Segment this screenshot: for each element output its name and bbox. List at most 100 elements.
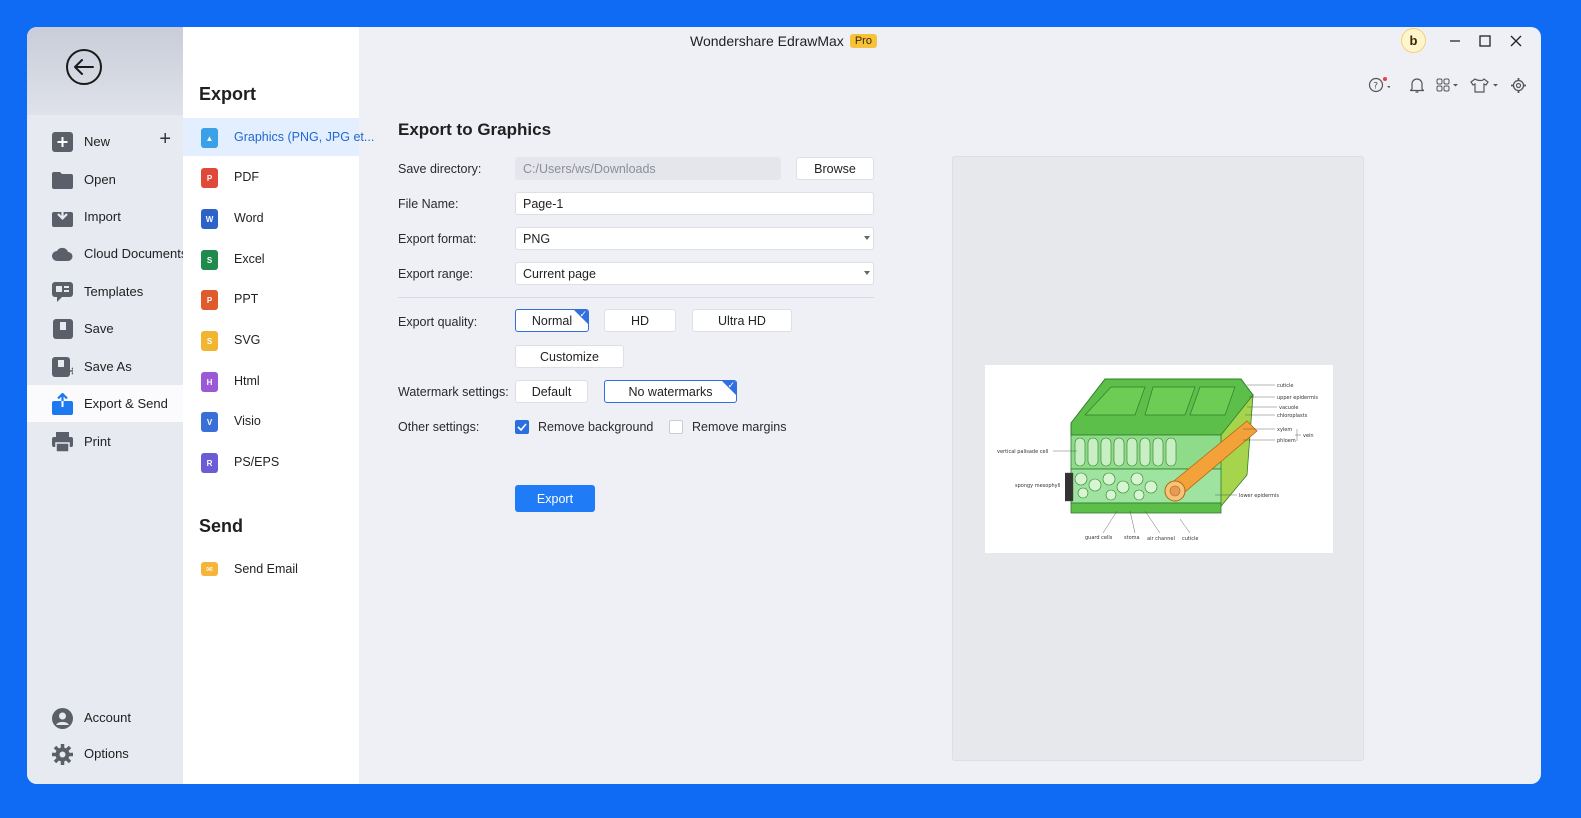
label-vacuole: vacuole bbox=[1279, 405, 1298, 411]
send-item-label: Send Email bbox=[234, 562, 298, 576]
export-item-ppt[interactable]: P PPT bbox=[183, 280, 359, 318]
leaf-cross-section-diagram: cuticle upper epidermis vacuole chloropl… bbox=[997, 378, 1318, 542]
apps-grid-icon bbox=[1436, 78, 1458, 92]
apps-button[interactable] bbox=[1436, 76, 1458, 94]
minimize-button[interactable] bbox=[1443, 31, 1467, 51]
export-item-label: Graphics (PNG, JPG et... bbox=[234, 130, 375, 144]
nav-item-account[interactable]: Account bbox=[27, 699, 183, 736]
back-arrow-icon bbox=[74, 59, 94, 75]
bell-icon bbox=[1410, 78, 1424, 93]
label-phloem: phloem bbox=[1277, 438, 1296, 444]
watermark-label: Watermark settings: bbox=[398, 385, 509, 399]
settings-button[interactable] bbox=[1507, 76, 1529, 94]
app-name: Wondershare EdrawMax bbox=[690, 33, 844, 49]
label-vein: vein bbox=[1303, 433, 1314, 439]
window-title: Wondershare EdrawMax Pro bbox=[690, 33, 877, 49]
export-range-select[interactable]: Current page bbox=[515, 262, 874, 285]
avatar[interactable]: b bbox=[1401, 28, 1426, 53]
export-item-graphics[interactable]: ▲ Graphics (PNG, JPG et... bbox=[183, 118, 374, 156]
quality-normal-button[interactable]: Normal ✓ bbox=[515, 309, 589, 332]
export-item-label: Html bbox=[234, 374, 260, 388]
export-format-select[interactable]: PNG bbox=[515, 227, 874, 250]
label-stoma: stoma bbox=[1124, 535, 1140, 541]
export-item-excel[interactable]: S Excel bbox=[183, 240, 359, 278]
remove-background-checkbox[interactable] bbox=[515, 420, 529, 434]
new-plus-icon bbox=[52, 132, 73, 152]
nav-item-export-send[interactable]: Export & Send bbox=[27, 385, 183, 422]
browse-button[interactable]: Browse bbox=[796, 157, 874, 180]
nav-item-open[interactable]: Open bbox=[27, 161, 183, 198]
export-item-visio[interactable]: V Visio bbox=[183, 402, 359, 440]
watermark-default-button[interactable]: Default bbox=[515, 380, 588, 403]
nav-item-label: Templates bbox=[84, 284, 144, 299]
templates-icon bbox=[52, 282, 73, 302]
theme-button[interactable] bbox=[1468, 76, 1502, 94]
file-name-label: File Name: bbox=[398, 197, 459, 211]
label-upper-epidermis: upper epidermis bbox=[1277, 395, 1318, 401]
export-range-value: Current page bbox=[523, 267, 596, 281]
label-vertical-palisade-cell: vertical palisade cell bbox=[997, 449, 1048, 455]
remove-margins-checkbox[interactable] bbox=[669, 420, 683, 434]
export-item-svg[interactable]: S SVG bbox=[183, 321, 359, 359]
export-item-label: Word bbox=[234, 211, 264, 225]
export-range-label: Export range: bbox=[398, 267, 474, 281]
nav-item-label: Export & Send bbox=[84, 396, 168, 411]
export-format-label: Export format: bbox=[398, 232, 477, 246]
label-spongy-mesophyll: spongy mesophyll bbox=[1015, 483, 1060, 489]
preview-pane: cuticle upper epidermis vacuole chloropl… bbox=[952, 156, 1364, 761]
nav-item-label: New bbox=[84, 134, 111, 149]
label-chloroplasts: chloroplasts bbox=[1277, 413, 1308, 419]
nav-item-new[interactable]: New + bbox=[27, 123, 183, 160]
back-button[interactable] bbox=[66, 49, 102, 85]
svg-file-icon: S bbox=[201, 331, 218, 351]
caret-down-icon bbox=[864, 271, 870, 275]
quality-ultra-hd-button[interactable]: Ultra HD bbox=[692, 309, 792, 332]
export-button[interactable]: Export bbox=[515, 485, 595, 512]
export-item-label: SVG bbox=[234, 333, 261, 347]
nav-item-print[interactable]: Print bbox=[27, 423, 183, 460]
export-item-label: PPT bbox=[234, 292, 259, 306]
close-button[interactable] bbox=[1504, 31, 1528, 51]
preview-image: cuticle upper epidermis vacuole chloropl… bbox=[985, 365, 1333, 553]
eps-file-icon: R bbox=[201, 453, 218, 473]
nav-item-label: Options bbox=[84, 746, 129, 761]
caret-down-icon bbox=[864, 236, 870, 240]
quality-hd-button[interactable]: HD bbox=[604, 309, 676, 332]
add-icon[interactable]: + bbox=[159, 129, 171, 149]
customize-button[interactable]: Customize bbox=[515, 345, 624, 368]
label-cuticle: cuticle bbox=[1277, 383, 1293, 389]
send-item-email[interactable]: ✉ Send Email bbox=[183, 550, 359, 588]
export-item-word[interactable]: W Word bbox=[183, 199, 359, 237]
export-item-pdf[interactable]: P PDF bbox=[183, 158, 359, 196]
cloud-icon bbox=[52, 244, 73, 264]
check-icon: ✓ bbox=[579, 309, 587, 319]
export-item-label: PDF bbox=[234, 170, 259, 184]
file-name-input[interactable]: Page-1 bbox=[515, 192, 874, 215]
nav-item-save-as[interactable]: Save As bbox=[27, 348, 183, 385]
page-title: Export to Graphics bbox=[398, 120, 552, 139]
maximize-button[interactable] bbox=[1473, 31, 1497, 51]
nav-item-label: Import bbox=[84, 209, 121, 224]
export-type-panel: Export ▲ Graphics (PNG, JPG et... P PDF … bbox=[183, 27, 374, 784]
print-icon bbox=[52, 432, 73, 452]
check-icon bbox=[517, 423, 527, 431]
nav-item-label: Print bbox=[84, 434, 111, 449]
excel-file-icon: S bbox=[201, 250, 218, 270]
notification-button[interactable] bbox=[1406, 76, 1428, 94]
email-icon: ✉ bbox=[201, 562, 218, 576]
nav-item-templates[interactable]: Templates bbox=[27, 273, 183, 310]
export-item-html[interactable]: H Html bbox=[183, 362, 359, 400]
nav-item-cloud-documents[interactable]: Cloud Documents bbox=[27, 235, 187, 272]
help-button[interactable]: ? bbox=[1368, 76, 1390, 94]
send-heading: Send bbox=[199, 516, 244, 536]
watermark-none-button[interactable]: No watermarks ✓ bbox=[604, 380, 737, 403]
nav-item-save[interactable]: Save bbox=[27, 310, 183, 347]
app-window: New + Open Import Cloud Documents Templa… bbox=[27, 27, 1541, 784]
nav-item-label: Save bbox=[84, 321, 114, 336]
pro-badge: Pro bbox=[849, 34, 877, 48]
save-as-icon bbox=[52, 357, 73, 377]
nav-item-options[interactable]: Options bbox=[27, 735, 183, 772]
export-item-ps-eps[interactable]: R PS/EPS bbox=[183, 443, 359, 481]
nav-item-import[interactable]: Import bbox=[27, 198, 183, 235]
other-settings-label: Other settings: bbox=[398, 420, 480, 434]
